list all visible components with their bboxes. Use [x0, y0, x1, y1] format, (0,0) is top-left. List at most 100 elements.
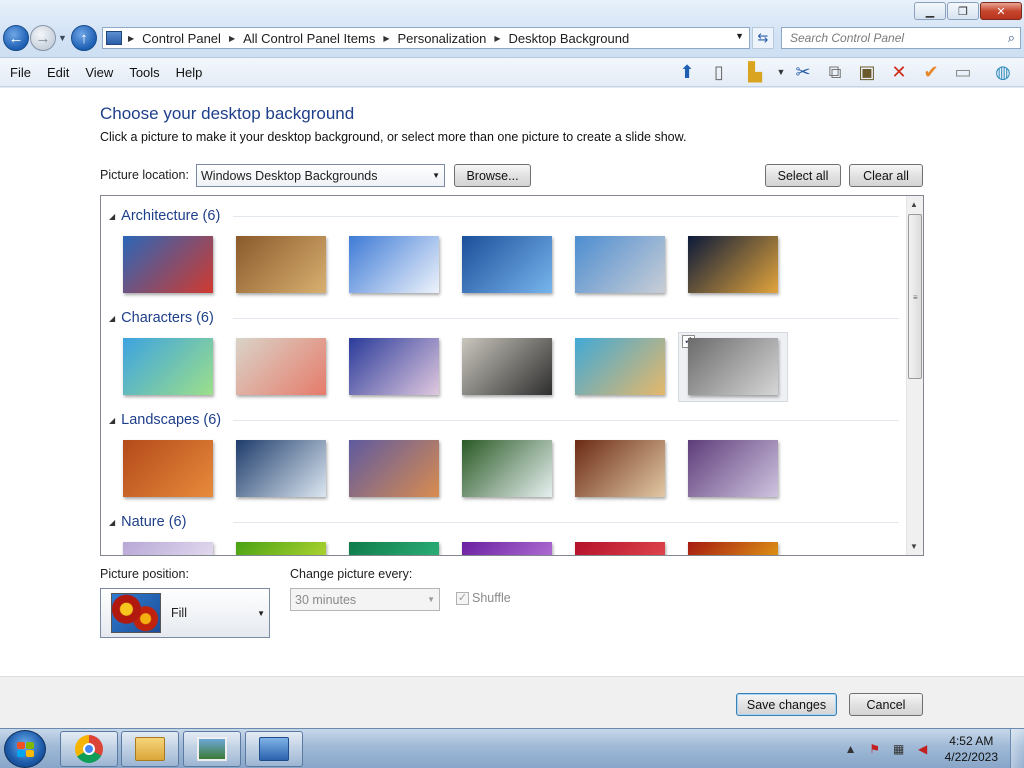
browse-button[interactable]: Browse... [454, 164, 531, 187]
scroll-down-icon[interactable]: ▼ [910, 542, 918, 551]
copy-icon[interactable]: ⧉ [822, 60, 848, 84]
checkbox-icon[interactable]: ✓ [456, 591, 469, 605]
paste-icon[interactable]: ▣ [854, 60, 880, 84]
wallpaper-thumbnail[interactable] [688, 440, 778, 497]
breadcrumb-separator-icon[interactable]: ▶ [494, 34, 500, 43]
control-panel-icon [259, 737, 289, 761]
wallpaper-thumbnail[interactable] [236, 542, 326, 555]
wallpaper-thumbnail[interactable] [236, 338, 326, 395]
wallpaper-thumbnail[interactable] [123, 542, 213, 555]
picture-position-value: Fill [171, 606, 187, 620]
menu-tools[interactable]: Tools [121, 65, 167, 80]
wallpaper-thumbnail[interactable] [236, 236, 326, 293]
network-icon[interactable]: ◍ [990, 60, 1016, 84]
save-changes-button[interactable]: Save changes [736, 693, 837, 716]
change-picture-select[interactable]: 30 minutes ▼ [290, 588, 440, 611]
wallpaper-thumbnail[interactable] [688, 236, 778, 293]
wallpaper-thumbnail[interactable] [688, 338, 778, 395]
search-box[interactable]: ⌕ [781, 27, 1021, 49]
back-button[interactable]: ← [3, 25, 29, 51]
start-button[interactable] [4, 730, 46, 768]
minimize-button[interactable]: ▁ [914, 2, 946, 20]
breadcrumb-separator-icon[interactable]: ▶ [229, 34, 235, 43]
wallpaper-thumbnail[interactable] [575, 338, 665, 395]
picture-location-label: Picture location: [100, 168, 189, 182]
taskbar-explorer[interactable] [121, 731, 179, 767]
search-input[interactable] [782, 28, 992, 48]
cut-icon[interactable]: ✂ [790, 60, 816, 84]
network-status-icon[interactable]: ▦ [890, 741, 908, 757]
wallpaper-thumbnail[interactable] [123, 440, 213, 497]
breadcrumb-desktop-background[interactable]: Desktop Background [509, 31, 630, 46]
menu-edit[interactable]: Edit [39, 65, 77, 80]
menu-help[interactable]: Help [168, 65, 211, 80]
cancel-button[interactable]: Cancel [849, 693, 923, 716]
close-button[interactable]: ✕ [980, 2, 1022, 20]
wallpaper-thumbnail[interactable] [349, 236, 439, 293]
wallpaper-thumbnail[interactable] [688, 542, 778, 555]
group-header[interactable]: ◢ Landscapes (6) [109, 409, 221, 431]
taskbar-pictures[interactable] [183, 731, 241, 767]
group-header[interactable]: ◢ Architecture (6) [109, 205, 220, 227]
group-header[interactable]: ◢ Nature (6) [109, 511, 186, 533]
grip-icon: ≡ [913, 293, 918, 302]
show-hidden-icons-icon[interactable]: ▲ [842, 741, 860, 757]
folder-options-icon[interactable]: ▙ [742, 60, 768, 84]
show-desktop-button[interactable] [1010, 729, 1024, 768]
background-gallery[interactable]: ◢ Architecture (6) ◢ Characters (6) ◢ Lands… [100, 195, 924, 556]
clear-all-button[interactable]: Clear all [849, 164, 923, 187]
breadcrumb-separator-icon[interactable]: ▶ [128, 34, 134, 43]
menu-file[interactable]: File [0, 65, 39, 80]
address-bar[interactable]: ▶ Control Panel ▶ All Control Panel Item… [102, 27, 750, 49]
menu-view[interactable]: View [77, 65, 121, 80]
wallpaper-thumbnail[interactable] [462, 542, 552, 555]
wallpaper-thumbnail[interactable] [575, 236, 665, 293]
wallpaper-thumbnail[interactable] [349, 542, 439, 555]
scrollbar-thumb[interactable]: ≡ [908, 214, 922, 379]
forward-button[interactable]: → [30, 25, 56, 51]
wallpaper-thumbnail[interactable] [349, 440, 439, 497]
collapse-triangle-icon[interactable]: ◢ [109, 314, 115, 323]
breadcrumb-separator-icon[interactable]: ▶ [383, 34, 389, 43]
up-icon[interactable]: ⬆ [674, 60, 700, 84]
pane-icon[interactable]: ▯ [706, 60, 732, 84]
wallpaper-thumbnail[interactable] [575, 542, 665, 555]
gallery-scrollbar[interactable]: ▲ ≡ ▼ [906, 196, 923, 555]
properties-icon[interactable]: ▭ [950, 60, 976, 84]
group-header[interactable]: ◢ Characters (6) [109, 307, 214, 329]
taskbar-control-panel[interactable] [245, 731, 303, 767]
recent-pages-dropdown-icon[interactable]: ▼ [58, 33, 67, 43]
wallpaper-thumbnail[interactable] [123, 338, 213, 395]
breadcrumb-personalization[interactable]: Personalization [397, 31, 486, 46]
search-icon[interactable]: ⌕ [1008, 30, 1015, 46]
delete-icon[interactable]: ✕ [886, 60, 912, 84]
wallpaper-thumbnail[interactable] [462, 338, 552, 395]
collapse-triangle-icon[interactable]: ◢ [109, 518, 115, 527]
picture-position-select[interactable]: Fill ▼ [100, 588, 270, 638]
clock[interactable]: 4:52 AM 4/22/2023 [945, 733, 998, 765]
picture-location-select[interactable]: Windows Desktop Backgrounds ▼ [196, 164, 445, 187]
taskbar-chrome[interactable] [60, 731, 118, 767]
breadcrumb-all-items[interactable]: All Control Panel Items [243, 31, 375, 46]
action-center-icon[interactable]: ⚑ [866, 741, 884, 757]
maximize-button[interactable]: ❐ [947, 2, 979, 20]
wallpaper-thumbnail[interactable] [123, 236, 213, 293]
wallpaper-thumbnail[interactable] [462, 236, 552, 293]
volume-muted-icon[interactable]: ◀ [914, 741, 932, 757]
scroll-up-icon[interactable]: ▲ [910, 200, 918, 209]
refresh-button[interactable]: ⇆ [752, 27, 774, 49]
shuffle-checkbox[interactable]: ✓ Shuffle [456, 591, 511, 605]
select-all-button[interactable]: Select all [765, 164, 841, 187]
collapse-triangle-icon[interactable]: ◢ [109, 416, 115, 425]
address-dropdown-icon[interactable]: ▼ [735, 31, 744, 41]
check-icon[interactable]: ✔ [918, 60, 944, 84]
chevron-down-icon: ▼ [432, 171, 440, 180]
up-level-button[interactable]: ↑ [71, 25, 97, 51]
collapse-triangle-icon[interactable]: ◢ [109, 212, 115, 221]
wallpaper-thumbnail[interactable] [462, 440, 552, 497]
wallpaper-thumbnail[interactable] [575, 440, 665, 497]
breadcrumb-control-panel[interactable]: Control Panel [142, 31, 221, 46]
wallpaper-thumbnail[interactable] [236, 440, 326, 497]
system-tray: ▲ ⚑ ▦ ◀ 4:52 AM 4/22/2023 [839, 729, 1024, 768]
wallpaper-thumbnail[interactable] [349, 338, 439, 395]
